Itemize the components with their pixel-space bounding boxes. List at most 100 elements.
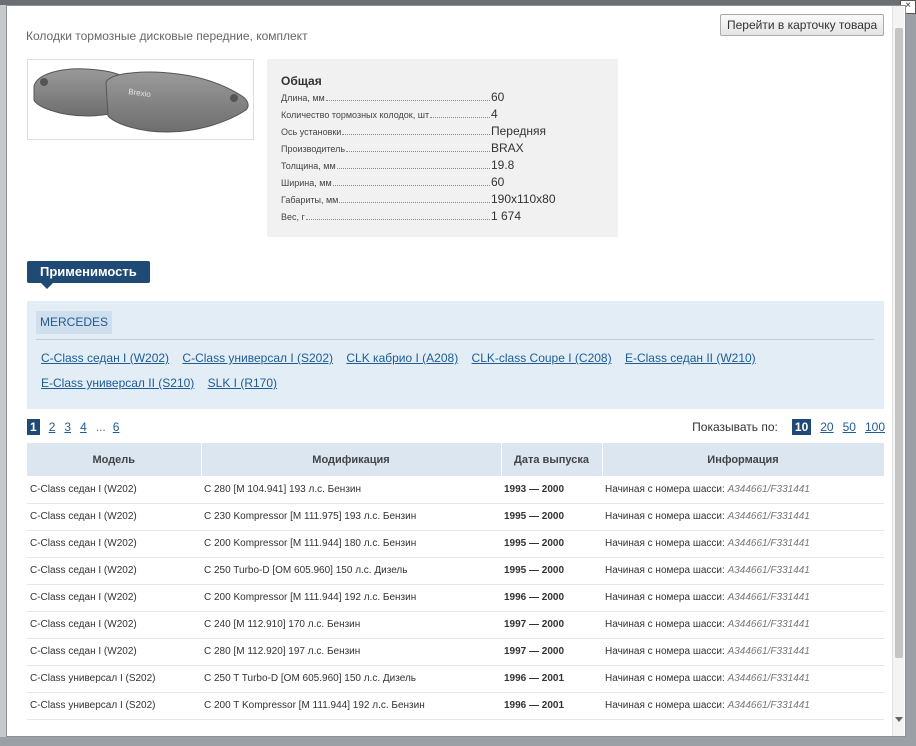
cell-modification: C 250 T Turbo-D [OM 605.960] 150 л.с. Ди… xyxy=(201,665,501,693)
table-header-row: Модель Модификация Дата выпуска Информац… xyxy=(27,443,885,476)
info-text: Начиная с номера шасси: xyxy=(605,646,725,657)
model-link[interactable]: E-Class седан II (W210) xyxy=(625,351,756,365)
cell-info: Начиная с номера шасси: A344661/F331441 xyxy=(602,692,884,720)
info-text: Начиная с номера шасси: xyxy=(605,619,725,630)
spec-label: Ось установки xyxy=(281,127,342,137)
cell-date: 1997 — 2000 xyxy=(501,611,602,639)
table-row: C-Class седан I (W202) C 280 [M 112.920] … xyxy=(27,638,884,666)
spec-value: Передняя xyxy=(491,124,547,138)
cell-info: Начиная с номера шасси: A344661/F331441 xyxy=(602,665,884,693)
model-link[interactable]: C-Class универсал I (S202) xyxy=(182,351,333,365)
table-row: C-Class седан I (W202) C 200 Kompressor [… xyxy=(27,584,884,612)
scrollbar[interactable] xyxy=(892,6,904,736)
cell-date: 1997 — 2000 xyxy=(501,638,602,666)
brand-filter-mercedes[interactable]: MERCEDES xyxy=(36,311,113,334)
per-page-50[interactable]: 50 xyxy=(843,420,856,434)
column-header-date[interactable]: Дата выпуска xyxy=(501,443,603,476)
specs-heading: Общая xyxy=(281,74,322,88)
page-1[interactable]: 1 xyxy=(27,419,40,435)
brake-pads-icon: Brexio xyxy=(33,68,249,133)
cell-model: C-Class седан I (W202) xyxy=(27,503,201,531)
info-text: Начиная с номера шасси: xyxy=(605,565,725,576)
chassis-serial: A344661/F331441 xyxy=(727,619,810,630)
table-row: C-Class седан I (W202) C 200 Kompressor [… xyxy=(27,530,884,558)
cell-info: Начиная с номера шасси: A344661/F331441 xyxy=(602,584,884,612)
spec-value: 60 xyxy=(491,175,505,189)
cell-info: Начиная с номера шасси: A344661/F331441 xyxy=(602,503,884,531)
cell-date: 1993 — 2000 xyxy=(501,476,602,504)
model-link[interactable]: E-Class универсал II (S210) xyxy=(41,376,194,390)
spec-value: 4 xyxy=(491,107,498,121)
table-row: C-Class универсал I (S202) C 200 T Kompre… xyxy=(27,692,884,720)
per-page-10[interactable]: 10 xyxy=(791,419,812,435)
scroll-thumb[interactable] xyxy=(895,28,903,658)
model-links: C-Class седан I (W202) C-Class универсал… xyxy=(41,346,871,396)
spec-row: Толщина, мм 19.8 xyxy=(281,158,604,175)
per-page-20[interactable]: 20 xyxy=(820,420,833,434)
cell-model: C-Class универсал I (S202) xyxy=(27,665,201,693)
page-2[interactable]: 2 xyxy=(49,420,56,434)
tab-pointer xyxy=(41,283,53,289)
cell-modification: C 250 Turbo-D [OM 605.960] 150 л.с. Дизе… xyxy=(201,557,501,585)
model-link[interactable]: CLK-class Coupe I (C208) xyxy=(472,351,612,365)
column-header-modification[interactable]: Модификация xyxy=(201,443,502,476)
spec-label: Ширина, мм xyxy=(281,178,332,188)
column-header-model[interactable]: Модель xyxy=(27,443,202,476)
per-page-100[interactable]: 100 xyxy=(865,420,885,434)
spec-row: Количество тормозных колодок, шт 4 xyxy=(281,107,604,124)
spec-value: 190x110x80 xyxy=(491,192,556,206)
tab-applicability[interactable]: Применимость xyxy=(27,261,150,283)
spec-row: Длина, мм 60 xyxy=(281,90,604,107)
spec-label: Длина, мм xyxy=(281,93,325,103)
info-text: Начиная с номера шасси: xyxy=(605,483,725,495)
table-row: C-Class седан I (W202) C 250 Turbo-D [OM … xyxy=(27,557,884,585)
page-4[interactable]: 4 xyxy=(80,420,87,434)
table-row: C-Class седан I (W202) C 240 [M 112.910] … xyxy=(27,611,884,639)
cell-date: 1995 — 2000 xyxy=(501,557,602,585)
goto-product-card-button[interactable]: Перейти в карточку товара xyxy=(720,14,885,36)
info-text: Начиная с номера шасси: xyxy=(605,511,725,522)
backdrop-right xyxy=(906,0,916,746)
product-image: Brexio xyxy=(27,59,254,140)
page-3[interactable]: 3 xyxy=(64,420,71,434)
spec-row: Производитель BRAX xyxy=(281,141,604,158)
cell-date: 1995 — 2000 xyxy=(501,530,602,558)
per-page-selector: Показывать по: 10 20 50 100 xyxy=(692,419,885,435)
applicability-table: Модель Модификация Дата выпуска Информац… xyxy=(27,443,885,720)
column-header-info[interactable]: Информация xyxy=(602,443,885,476)
spec-value: BRAX xyxy=(491,141,524,155)
cell-model: C-Class универсал I (S202) xyxy=(27,692,201,720)
cell-model: C-Class седан I (W202) xyxy=(27,611,201,639)
chassis-serial: A344661/F331441 xyxy=(727,700,810,711)
cell-date: 1996 — 2001 xyxy=(501,665,602,693)
scroll-down-icon[interactable] xyxy=(895,717,903,722)
backdrop-bottom xyxy=(0,737,916,746)
spec-row: Вес, г 1 674 xyxy=(281,209,604,226)
cell-model: C-Class седан I (W202) xyxy=(27,476,201,504)
spec-value: 60 xyxy=(491,90,505,104)
cell-model: C-Class седан I (W202) xyxy=(27,638,201,666)
cell-info: Начиная с номера шасси: A344661/F331441 xyxy=(602,638,884,666)
cell-modification: C 280 [M 112.920] 197 л.с. Бензин xyxy=(201,638,501,666)
table-row: C-Class седан I (W202) C 280 [M 104.941] … xyxy=(27,476,884,504)
chassis-serial: A344661/F331441 xyxy=(727,646,810,657)
cell-modification: C 200 Kompressor [M 111.944] 192 л.с. Бе… xyxy=(201,584,501,612)
chassis-serial: A344661/F331441 xyxy=(727,483,810,495)
page-last[interactable]: 6 xyxy=(113,420,120,434)
model-link[interactable]: CLK кабрио I (A208) xyxy=(346,351,458,365)
cell-model: C-Class седан I (W202) xyxy=(27,530,201,558)
info-text: Начиная с номера шасси: xyxy=(605,700,725,711)
model-link[interactable]: SLK I (R170) xyxy=(208,376,277,390)
cell-info: Начиная с номера шасси: A344661/F331441 xyxy=(602,476,884,504)
chassis-serial: A344661/F331441 xyxy=(727,511,810,522)
cell-info: Начиная с номера шасси: A344661/F331441 xyxy=(602,530,884,558)
chassis-serial: A344661/F331441 xyxy=(727,673,810,684)
model-link[interactable]: C-Class седан I (W202) xyxy=(41,351,169,365)
per-page-label: Показывать по: xyxy=(692,420,778,434)
cell-modification: C 200 T Kompressor [M 111.944] 192 л.с. … xyxy=(201,692,501,720)
spec-value: 19.8 xyxy=(491,158,515,172)
cell-modification: C 200 Kompressor [M 111.944] 180 л.с. Бе… xyxy=(201,530,501,558)
table-row: C-Class седан I (W202) C 230 Kompressor [… xyxy=(27,503,884,531)
chassis-serial: A344661/F331441 xyxy=(727,538,810,549)
specs-panel: Общая Длина, мм 60 Количество тормозных к… xyxy=(267,59,618,237)
